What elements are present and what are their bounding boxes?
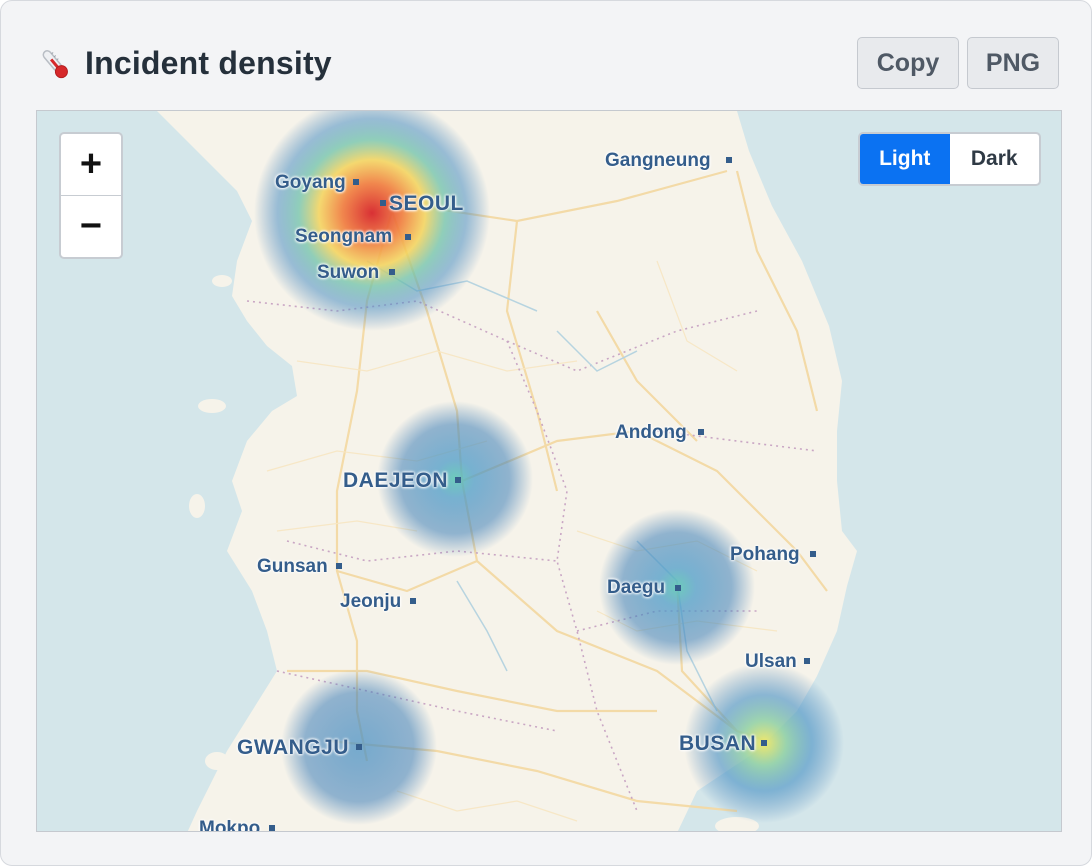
city-label-seongnam: Seongnam xyxy=(295,226,393,247)
city-marker xyxy=(675,585,681,591)
city-label-gunsan: Gunsan xyxy=(257,556,328,577)
city-label-jeonju: Jeonju xyxy=(340,591,402,612)
copy-button[interactable]: Copy xyxy=(857,37,959,89)
city-marker xyxy=(455,477,461,483)
city-marker xyxy=(810,551,816,557)
zoom-in-button[interactable]: + xyxy=(61,134,121,196)
city-label-gangneung: Gangneung xyxy=(605,150,711,171)
city-label-andong: Andong xyxy=(615,422,687,443)
city-label-seoul: SEOUL xyxy=(389,192,464,215)
city-marker xyxy=(269,825,275,831)
city-marker xyxy=(353,179,359,185)
city-marker xyxy=(389,269,395,275)
city-marker xyxy=(380,200,386,206)
zoom-out-button[interactable]: − xyxy=(61,196,121,257)
city-marker xyxy=(726,157,732,163)
thermometer-icon xyxy=(42,50,68,79)
city-label-pohang: Pohang xyxy=(730,544,800,565)
city-marker xyxy=(804,658,810,664)
theme-light-option[interactable]: Light xyxy=(860,134,950,184)
city-label-suwon: Suwon xyxy=(317,262,380,283)
city-label-daejeon: DAEJEON xyxy=(343,469,449,492)
city-label-mokpo: Mokpo xyxy=(199,818,261,832)
city-label-busan: BUSAN xyxy=(679,732,757,755)
city-marker xyxy=(336,563,342,569)
city-marker xyxy=(698,429,704,435)
card-title: Incident density xyxy=(85,45,332,81)
city-marker xyxy=(356,744,362,750)
theme-toggle: Light Dark xyxy=(858,132,1041,186)
incident-density-card: Incident density Copy PNG Goyang SEOUL S… xyxy=(0,0,1092,866)
theme-dark-option[interactable]: Dark xyxy=(950,134,1040,184)
city-label-goyang: Goyang xyxy=(275,172,346,193)
city-marker xyxy=(410,598,416,604)
city-marker xyxy=(761,740,767,746)
png-export-button[interactable]: PNG xyxy=(967,37,1059,89)
map-base xyxy=(157,111,857,831)
city-marker xyxy=(405,234,411,240)
zoom-control: + − xyxy=(59,132,123,259)
city-label-ulsan: Ulsan xyxy=(745,651,797,672)
heatmap-map[interactable]: Goyang SEOUL Seongnam Suwon Gangneung An… xyxy=(36,110,1062,832)
city-label-daegu: Daegu xyxy=(607,577,666,598)
city-label-gwangju: GWANGJU xyxy=(237,736,350,759)
